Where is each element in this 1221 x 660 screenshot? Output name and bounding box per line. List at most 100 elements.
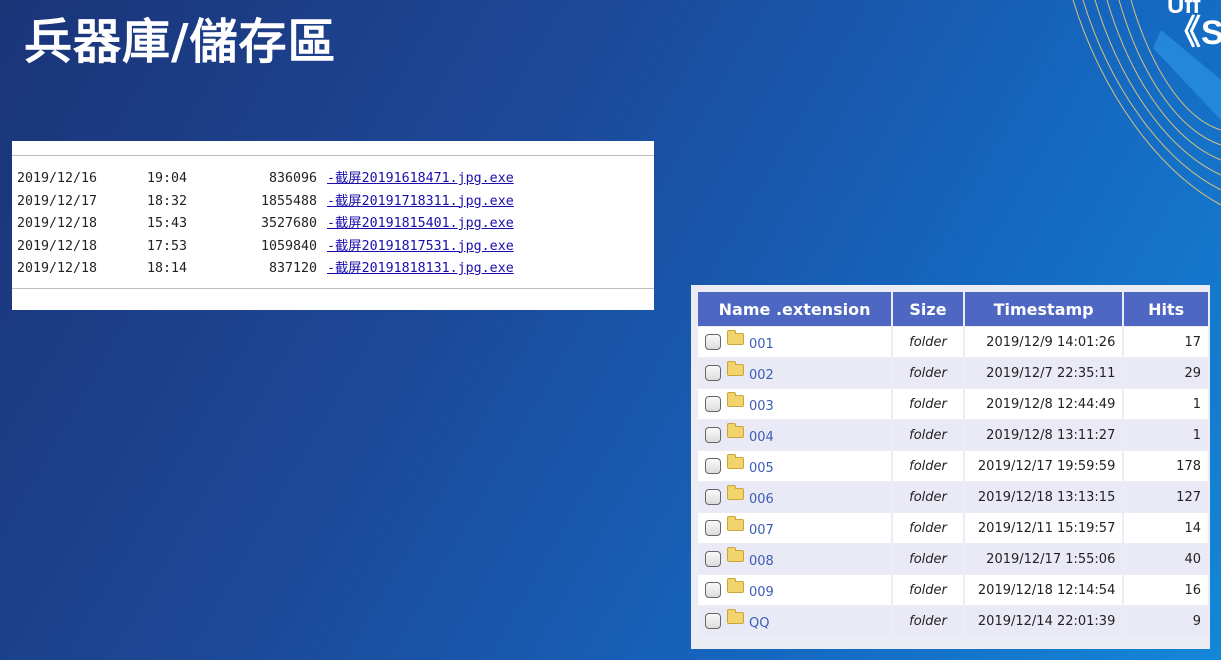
folder-icon	[727, 361, 744, 376]
folder-icon	[727, 392, 744, 407]
folder-link[interactable]: 007	[749, 523, 774, 538]
folder-link[interactable]: 003	[749, 399, 774, 414]
hits-cell: 14	[1124, 513, 1208, 543]
name-cell: 004	[698, 420, 892, 450]
table-row: 006 folder 2019/12/18 13:13:15 127	[698, 482, 1208, 512]
folder-link[interactable]: 008	[749, 554, 774, 569]
folder-icon	[727, 609, 744, 624]
timestamp-cell: 2019/12/18 12:14:54	[964, 575, 1123, 605]
hits-cell: 16	[1124, 575, 1208, 605]
listing-row: 2019/12/18 15:43 3527680 -截屏20191815401.jpg…	[17, 213, 514, 236]
timestamp-cell: 2019/12/14 22:01:39	[964, 606, 1123, 636]
size-cell: folder	[893, 575, 963, 605]
timestamp-cell: 2019/12/8 13:11:27	[964, 420, 1123, 450]
size-cell: folder	[893, 327, 963, 357]
checkbox-icon[interactable]	[705, 458, 721, 474]
listing-size: 3527680	[260, 216, 317, 231]
name-cell: QQ	[698, 606, 892, 636]
timestamp-cell: 2019/12/17 1:55:06	[964, 544, 1123, 574]
hits-cell: 9	[1124, 606, 1208, 636]
timestamp-cell: 2019/12/8 12:44:49	[964, 389, 1123, 419]
listing-file-link[interactable]: -截屏20191818131.jpg.exe	[327, 258, 514, 281]
hits-cell: 178	[1124, 451, 1208, 481]
name-cell: 003	[698, 389, 892, 419]
listing-row: 2019/12/18 18:14 837120 -截屏20191818131.jpg.…	[17, 258, 514, 281]
folder-icon	[727, 578, 744, 593]
listing-size: 1059840	[260, 238, 317, 254]
table-row: 003 folder 2019/12/8 12:44:49 1	[698, 389, 1208, 419]
listing-file-link[interactable]: -截屏20191718311.jpg.exe	[327, 191, 514, 214]
slide-title: 兵器庫/儲存區	[24, 14, 337, 70]
hits-cell: 17	[1124, 327, 1208, 357]
table-row: 002 folder 2019/12/7 22:35:11 29	[698, 358, 1208, 388]
folder-link[interactable]: 001	[749, 337, 774, 352]
listing-date: 2019/12/16	[17, 171, 98, 186]
folder-link[interactable]: QQ	[749, 616, 769, 631]
checkbox-icon[interactable]	[705, 427, 721, 443]
listing-date: 2019/12/17	[17, 193, 98, 209]
listing-row: 2019/12/16 19:04 836096 -截屏20191618471.jpg.…	[17, 168, 514, 191]
folder-link[interactable]: 004	[749, 430, 774, 445]
listing-time: 18:14	[147, 261, 188, 276]
folder-link[interactable]: 005	[749, 461, 774, 476]
name-cell: 006	[698, 482, 892, 512]
checkbox-icon[interactable]	[705, 582, 721, 598]
listing-size: 1855488	[260, 193, 317, 209]
listing-time: 19:04	[147, 171, 188, 186]
folder-icon	[727, 423, 744, 438]
table-row: 007 folder 2019/12/11 15:19:57 14	[698, 513, 1208, 543]
folder-link[interactable]: 009	[749, 585, 774, 600]
name-cell: 007	[698, 513, 892, 543]
listing-time: 15:43	[147, 216, 188, 231]
column-header-hits[interactable]: Hits	[1124, 292, 1208, 326]
name-cell: 005	[698, 451, 892, 481]
size-cell: folder	[893, 482, 963, 512]
timestamp-cell: 2019/12/18 13:13:15	[964, 482, 1123, 512]
hits-cell: 40	[1124, 544, 1208, 574]
checkbox-icon[interactable]	[705, 520, 721, 536]
directory-listing-screenshot: 2019/12/16 19:04 836096 -截屏20191618471.jpg.…	[12, 141, 654, 310]
name-cell: 009	[698, 575, 892, 605]
size-cell: folder	[893, 544, 963, 574]
file-table: Name .extension Size Timestamp Hits 001 f…	[696, 291, 1210, 637]
folder-icon	[727, 547, 744, 562]
hits-cell: 127	[1124, 482, 1208, 512]
column-header-size[interactable]: Size	[893, 292, 963, 326]
file-table-body: 001 folder 2019/12/9 14:01:26 17 002 folder 20…	[698, 327, 1208, 636]
checkbox-icon[interactable]	[705, 551, 721, 567]
name-cell: 001	[698, 327, 892, 357]
listing-size: 836096	[268, 171, 317, 186]
name-cell: 008	[698, 544, 892, 574]
listing-file-link[interactable]: -截屏20191815401.jpg.exe	[327, 213, 514, 236]
listing-time: 18:32	[147, 193, 188, 209]
listing-time: 17:53	[147, 238, 188, 254]
checkbox-icon[interactable]	[705, 489, 721, 505]
corner-brand-text: Uff 《S	[1167, 0, 1221, 50]
timestamp-cell: 2019/12/17 19:59:59	[964, 451, 1123, 481]
table-row: 005 folder 2019/12/17 19:59:59 178	[698, 451, 1208, 481]
folder-icon	[727, 516, 744, 531]
listing-bottom-rule	[12, 288, 654, 289]
listing-rows: 2019/12/16 19:04 836096 -截屏20191618471.jpg.…	[17, 168, 514, 281]
timestamp-cell: 2019/12/11 15:19:57	[964, 513, 1123, 543]
name-cell: 002	[698, 358, 892, 388]
size-cell: folder	[893, 513, 963, 543]
timestamp-cell: 2019/12/9 14:01:26	[964, 327, 1123, 357]
hits-cell: 1	[1124, 389, 1208, 419]
folder-link[interactable]: 002	[749, 368, 774, 383]
folder-link[interactable]: 006	[749, 492, 774, 507]
listing-file-link[interactable]: -截屏20191618471.jpg.exe	[327, 168, 514, 191]
table-row: 009 folder 2019/12/18 12:14:54 16	[698, 575, 1208, 605]
checkbox-icon[interactable]	[705, 396, 721, 412]
listing-top-rule	[12, 155, 654, 156]
file-table-header: Name .extension Size Timestamp Hits	[698, 292, 1208, 326]
size-cell: folder	[893, 389, 963, 419]
checkbox-icon[interactable]	[705, 365, 721, 381]
column-header-timestamp[interactable]: Timestamp	[964, 292, 1123, 326]
listing-size: 837120	[268, 261, 317, 276]
listing-file-link[interactable]: -截屏20191817531.jpg.exe	[327, 236, 514, 259]
checkbox-icon[interactable]	[705, 334, 721, 350]
listing-date: 2019/12/18	[17, 238, 98, 254]
column-header-name[interactable]: Name .extension	[698, 292, 892, 326]
checkbox-icon[interactable]	[705, 613, 721, 629]
